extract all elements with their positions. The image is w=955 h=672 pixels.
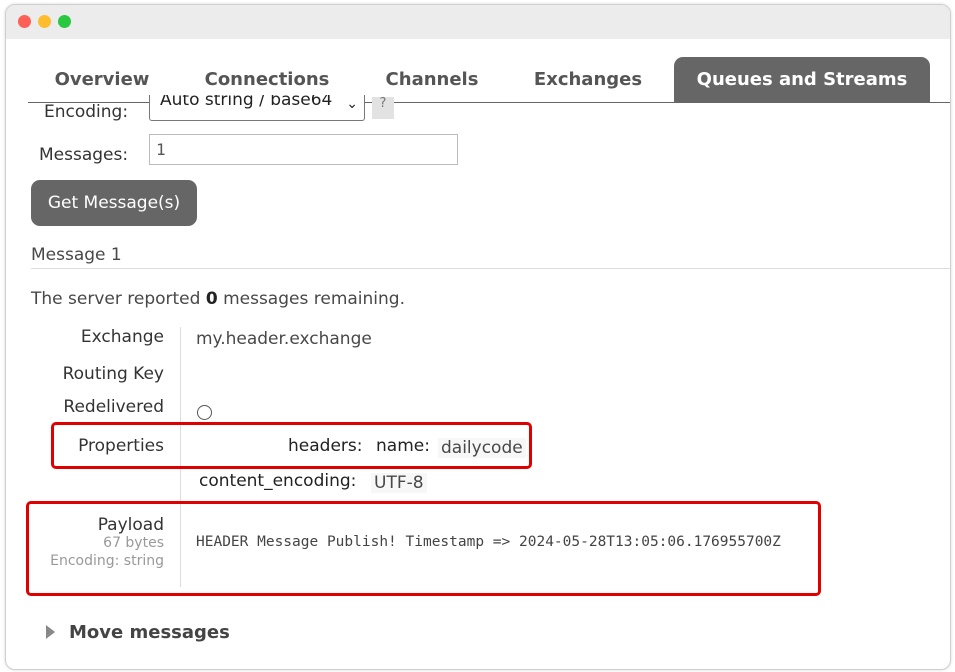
encoding-label: Encoding: bbox=[44, 102, 129, 122]
exchange-value: my.header.exchange bbox=[196, 329, 372, 349]
browser-window: Overview Connections Channels Exchanges … bbox=[5, 4, 951, 670]
payload-text: HEADER Message Publish! Timestamp => 202… bbox=[196, 534, 781, 550]
headers-key: headers: bbox=[288, 436, 363, 456]
server-reported-text: The server reported 0 messages remaining… bbox=[31, 289, 405, 309]
header-name-key: name: bbox=[376, 436, 430, 456]
reported-prefix: The server reported bbox=[31, 289, 201, 309]
encoding-select[interactable]: Auto string / base64 ⌄ bbox=[149, 95, 365, 121]
messages-input[interactable]: 1 bbox=[149, 134, 458, 165]
routing-key-label: Routing Key bbox=[62, 364, 164, 384]
content-encoding-key: content_encoding: bbox=[199, 471, 357, 491]
messages-label: Messages: bbox=[39, 145, 129, 165]
chevron-down-icon: ⌄ bbox=[346, 96, 358, 112]
encoding-select-value: Auto string / base64 bbox=[160, 95, 333, 110]
close-window-button[interactable] bbox=[18, 15, 31, 28]
help-icon[interactable]: ? bbox=[372, 97, 394, 119]
caret-right-icon bbox=[46, 625, 55, 639]
payload-label: Payload bbox=[97, 515, 164, 535]
zoom-window-button[interactable] bbox=[58, 15, 71, 28]
payload-bytes: 67 bytes bbox=[103, 535, 164, 551]
section-divider bbox=[31, 268, 950, 269]
tab-exchanges[interactable]: Exchanges bbox=[518, 57, 658, 103]
remaining-count: 0 bbox=[205, 289, 218, 309]
tab-queues-and-streams[interactable]: Queues and Streams bbox=[674, 57, 930, 103]
reported-suffix: messages remaining. bbox=[223, 289, 405, 309]
properties-label: Properties bbox=[78, 436, 164, 456]
nav-tabs: Overview Connections Channels Exchanges … bbox=[6, 57, 950, 103]
redelivered-label: Redelivered bbox=[63, 397, 164, 417]
header-name-value: dailycode bbox=[438, 438, 526, 458]
get-messages-button[interactable]: Get Message(s) bbox=[31, 180, 197, 226]
move-messages-label: Move messages bbox=[69, 622, 230, 643]
minimize-window-button[interactable] bbox=[38, 15, 51, 28]
payload-encoding: Encoding: string bbox=[50, 553, 164, 569]
exchange-label: Exchange bbox=[80, 327, 164, 347]
content-encoding-value: UTF-8 bbox=[371, 473, 427, 493]
message-title: Message 1 bbox=[31, 245, 122, 265]
title-bar bbox=[6, 5, 950, 39]
redelivered-radio bbox=[197, 405, 212, 420]
move-messages-toggle[interactable]: Move messages bbox=[46, 622, 230, 643]
